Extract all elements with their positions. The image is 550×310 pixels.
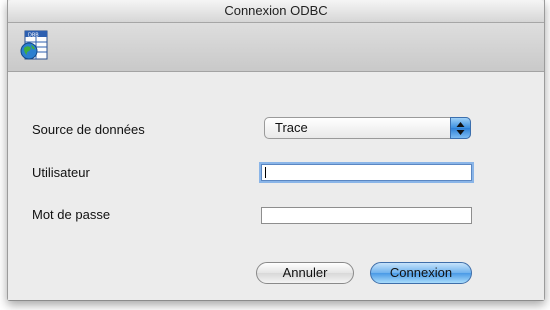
source-select-value: Trace (275, 120, 308, 135)
user-label: Utilisateur (32, 165, 90, 180)
odbc-dialog-window: Connexion ODBC DBB Source de données Tra… (7, 0, 545, 301)
toolbar: DBB (8, 23, 544, 72)
password-label: Mot de passe (32, 207, 111, 222)
form-area: Source de données Trace Utilisateur Mot … (8, 72, 544, 300)
user-field[interactable] (261, 164, 472, 181)
connect-button[interactable]: Connexion (370, 262, 472, 284)
cancel-button[interactable]: Annuler (256, 262, 354, 284)
database-globe-icon: DBB (19, 28, 49, 62)
source-label: Source de données (32, 122, 145, 137)
source-select[interactable]: Trace (264, 117, 471, 139)
window-title: Connexion ODBC (8, 0, 544, 23)
password-field[interactable] (261, 207, 472, 224)
text-caret (265, 167, 266, 178)
updown-arrows-icon[interactable] (450, 117, 471, 139)
svg-text:DBB: DBB (28, 33, 39, 39)
